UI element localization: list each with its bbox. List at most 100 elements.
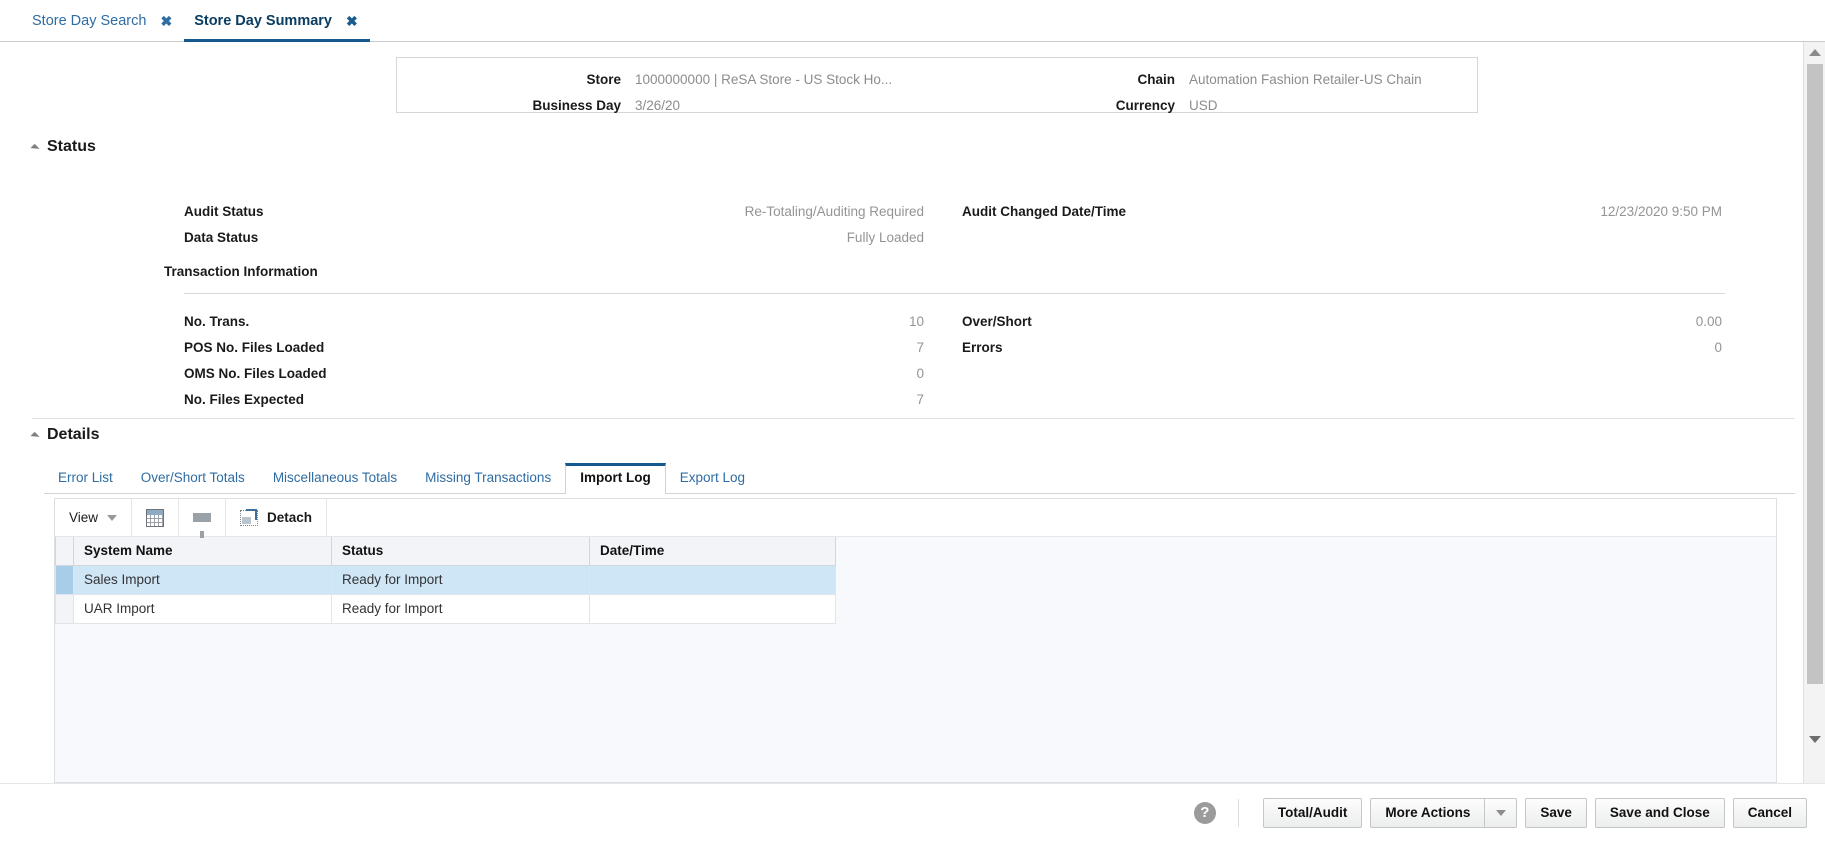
row-handle-header	[55, 537, 74, 566]
status-panel-title: Status	[47, 138, 96, 155]
close-icon[interactable]: ✖	[160, 14, 172, 28]
details-panel: Details Error List Over/Short Totals Mis…	[30, 422, 1795, 783]
tab-store-day-search[interactable]: Store Day Search ✖	[22, 0, 184, 41]
data-status-label: Data Status	[184, 229, 259, 245]
vertical-scrollbar[interactable]	[1803, 42, 1825, 783]
chain-label: Chain	[1137, 71, 1175, 87]
transaction-right-column: Over/Short 0.00 Errors 0	[962, 308, 1722, 360]
funnel-icon	[193, 513, 212, 538]
store-day-header-box: Store 1000000000 | ReSA Store - US Stock…	[396, 57, 1478, 113]
files-expected-label: No. Files Expected	[184, 391, 305, 407]
tab-label: Store Day Search	[32, 12, 147, 29]
details-panel-header[interactable]: Details	[30, 422, 1795, 448]
total-audit-button[interactable]: Total/Audit	[1262, 797, 1363, 828]
transaction-left-column: No. Trans. 10 POS No. Files Loaded 7 OMS…	[184, 308, 924, 412]
chevron-down-icon	[1808, 735, 1821, 743]
help-icon[interactable]: ?	[1193, 801, 1216, 824]
details-tab-bar: Error List Over/Short Totals Miscellaneo…	[44, 462, 1795, 494]
field-audit-status: Audit Status Re-Totaling/Auditing Requir…	[184, 198, 924, 224]
field-oms-files-loaded: OMS No. Files Loaded 0	[184, 360, 924, 386]
export-to-spreadsheet-button[interactable]	[132, 499, 180, 536]
business-day-label: Business Day	[532, 97, 621, 113]
pos-files-label: POS No. Files Loaded	[184, 339, 325, 355]
over-short-value: 0.00	[1695, 313, 1722, 329]
tab-export-log[interactable]: Export Log	[666, 464, 759, 493]
cell-datetime	[589, 564, 836, 595]
close-icon[interactable]: ✖	[346, 14, 358, 28]
header-field-chain: Chain Automation Fashion Retailer-US Cha…	[937, 66, 1477, 92]
cell-status: Ready for Import	[331, 593, 590, 624]
spreadsheet-icon	[146, 508, 165, 527]
more-actions-dropdown-toggle[interactable]	[1485, 797, 1518, 828]
scroll-down-button[interactable]	[1804, 729, 1825, 749]
field-no-files-expected: No. Files Expected 7	[184, 386, 924, 412]
transaction-information-heading: Transaction Information	[164, 264, 318, 279]
status-right-column: Audit Changed Date/Time 12/23/2020 9:50 …	[962, 198, 1722, 224]
tab-missing-transactions[interactable]: Missing Transactions	[411, 464, 565, 493]
collapse-triangle-icon[interactable]	[30, 143, 40, 154]
chain-value: Automation Fashion Retailer-US Chain	[1189, 71, 1422, 87]
row-handle[interactable]	[55, 564, 74, 595]
tab-miscellaneous-totals[interactable]: Miscellaneous Totals	[259, 464, 411, 493]
oms-files-label: OMS No. Files Loaded	[184, 365, 327, 381]
errors-value: 0	[1714, 339, 1722, 355]
column-header-system-name[interactable]: System Name	[73, 537, 332, 566]
tab-label: Store Day Summary	[194, 12, 332, 29]
header-field-currency: Currency USD	[937, 92, 1477, 118]
table-header: System Name Status Date/Time	[55, 537, 836, 566]
view-menu-label: View	[69, 510, 99, 525]
chevron-down-icon	[107, 514, 118, 521]
tab-store-day-summary[interactable]: Store Day Summary ✖	[184, 0, 370, 42]
table-row[interactable]: UAR Import Ready for Import	[55, 593, 836, 624]
tab-error-list[interactable]: Error List	[44, 464, 127, 493]
over-short-label: Over/Short	[962, 313, 1032, 329]
details-panel-title: Details	[47, 426, 100, 443]
column-header-datetime[interactable]: Date/Time	[589, 537, 836, 566]
cell-status: Ready for Import	[331, 564, 590, 595]
header-right-column: Chain Automation Fashion Retailer-US Cha…	[937, 58, 1477, 113]
page-body: Store 1000000000 | ReSA Store - US Stock…	[0, 42, 1825, 841]
currency-label: Currency	[1115, 97, 1175, 113]
scroll-up-button[interactable]	[1804, 42, 1825, 62]
currency-value: USD	[1189, 97, 1218, 113]
table-body: Sales Import Ready for Import UAR Import…	[55, 564, 836, 624]
status-panel: Status Audit Status Re-Totaling/Auditing…	[30, 134, 1795, 419]
audit-changed-label: Audit Changed Date/Time	[962, 203, 1127, 219]
audit-changed-value: 12/23/2020 9:50 PM	[1600, 203, 1722, 219]
field-data-status: Data Status Fully Loaded	[184, 224, 924, 250]
footer-button-bar: ? Total/Audit More Actions Save Save and…	[0, 783, 1825, 841]
status-panel-header[interactable]: Status	[30, 134, 1795, 160]
files-expected-value: 7	[916, 391, 924, 407]
oms-files-value: 0	[916, 365, 924, 381]
cancel-button[interactable]: Cancel	[1732, 797, 1807, 828]
table-toolbar: View Detach	[55, 499, 1776, 538]
tab-import-log[interactable]: Import Log	[565, 463, 666, 494]
cell-datetime	[589, 593, 836, 624]
import-log-table-card: View Detach System Name Status Date/Time…	[54, 498, 1777, 783]
field-errors: Errors 0	[962, 334, 1722, 360]
filter-button[interactable]	[179, 499, 227, 538]
chevron-down-icon	[1495, 809, 1506, 816]
column-header-status[interactable]: Status	[331, 537, 590, 566]
save-and-close-button[interactable]: Save and Close	[1594, 797, 1725, 828]
more-actions-button[interactable]: More Actions	[1370, 797, 1486, 828]
field-audit-changed-datetime: Audit Changed Date/Time 12/23/2020 9:50 …	[962, 198, 1722, 224]
data-status-value: Fully Loaded	[846, 229, 924, 245]
table-row[interactable]: Sales Import Ready for Import	[55, 564, 836, 595]
row-handle[interactable]	[55, 593, 74, 624]
scrollbar-thumb[interactable]	[1807, 64, 1823, 684]
field-no-trans: No. Trans. 10	[184, 308, 924, 334]
audit-status-value: Re-Totaling/Auditing Required	[744, 203, 924, 219]
cell-system-name: Sales Import	[73, 564, 332, 595]
detach-icon	[240, 508, 259, 526]
store-label: Store	[586, 71, 621, 87]
pos-files-value: 7	[916, 339, 924, 355]
view-menu-button[interactable]: View	[55, 499, 133, 536]
business-day-value: 3/26/20	[635, 97, 681, 113]
tab-over-short-totals[interactable]: Over/Short Totals	[127, 464, 259, 493]
detach-button[interactable]: Detach	[226, 499, 328, 536]
field-pos-files-loaded: POS No. Files Loaded 7	[184, 334, 924, 360]
store-value: 1000000000 | ReSA Store - US Stock Ho...	[635, 71, 893, 87]
save-button[interactable]: Save	[1525, 797, 1587, 828]
collapse-triangle-icon[interactable]	[30, 431, 40, 442]
